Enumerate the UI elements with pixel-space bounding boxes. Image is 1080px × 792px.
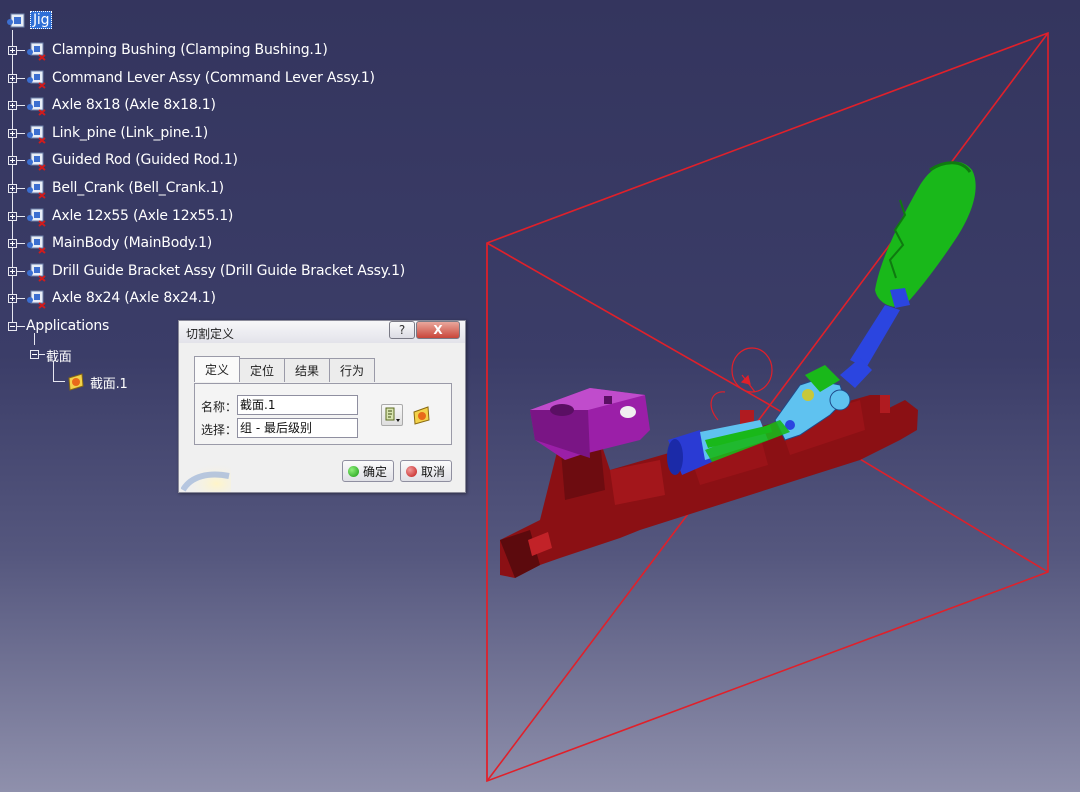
close-button[interactable]: X <box>416 321 460 339</box>
dialog-title: 切割定义 <box>186 327 235 341</box>
command-lever-part[interactable] <box>875 161 976 308</box>
expand-icon[interactable] <box>8 74 17 83</box>
ok-label: 确定 <box>363 464 388 479</box>
tree-item-label[interactable]: Link_pine (Link_pine.1) <box>52 125 208 141</box>
section-icon <box>68 373 84 391</box>
product-part-icon <box>27 180 46 199</box>
help-button[interactable]: ? <box>389 321 415 339</box>
selection-mode-icon <box>385 407 400 422</box>
drill-guide-bracket-part[interactable] <box>530 388 650 460</box>
collapse-icon[interactable] <box>8 322 17 331</box>
section-group-label[interactable]: 截面 <box>46 346 72 365</box>
product-part-icon <box>27 42 46 61</box>
red-dot-icon <box>406 465 417 477</box>
tree-item-label[interactable]: Clamping Bushing (Clamping Bushing.1) <box>52 42 328 58</box>
tree-item-label[interactable]: Command Lever Assy (Command Lever Assy.1… <box>52 70 375 86</box>
tree-item-label[interactable]: Axle 8x18 (Axle 8x18.1) <box>52 97 216 113</box>
tree-item-label[interactable]: Guided Rod (Guided Rod.1) <box>52 152 238 168</box>
selection-label: 选择： <box>201 423 238 437</box>
product-part-icon <box>27 235 46 254</box>
edit-position-button[interactable] <box>411 404 433 426</box>
root-label[interactable]: Jig <box>30 11 53 29</box>
tree-item-label[interactable]: Drill Guide Bracket Assy (Drill Guide Br… <box>52 263 405 279</box>
tab-result[interactable]: 结果 <box>284 358 331 382</box>
product-part-icon <box>27 208 46 227</box>
tree-item-label[interactable]: MainBody (MainBody.1) <box>52 235 212 251</box>
product-part-icon <box>27 152 46 171</box>
expand-icon[interactable] <box>8 46 17 55</box>
collapse-icon[interactable] <box>30 350 39 359</box>
selection-field[interactable]: 组 - 最后级别 <box>237 418 358 438</box>
product-part-icon <box>27 263 46 282</box>
expand-icon[interactable] <box>8 184 17 193</box>
rotation-manipulator[interactable] <box>710 347 773 421</box>
expand-icon[interactable] <box>8 212 17 221</box>
product-icon <box>7 13 25 28</box>
dialog-decoration-icon <box>181 462 231 492</box>
section-edit-icon <box>413 406 430 425</box>
tab-behavior[interactable]: 行为 <box>329 358 376 382</box>
product-part-icon <box>27 70 46 89</box>
dialog-titlebar[interactable]: 切割定义 ? X <box>179 321 465 343</box>
expand-icon[interactable] <box>8 239 17 248</box>
cancel-label: 取消 <box>421 464 446 479</box>
tree-item-label[interactable]: Axle 12x55 (Axle 12x55.1) <box>52 208 233 224</box>
expand-icon[interactable] <box>8 294 17 303</box>
section-item-label[interactable]: 截面.1 <box>90 373 128 392</box>
applications-label[interactable]: Applications <box>26 318 109 334</box>
dialog-tabs: 定义 定位 结果 行为 <box>194 356 376 384</box>
ok-button[interactable]: 确定 <box>342 460 394 482</box>
tree-item-label[interactable]: Bell_Crank (Bell_Crank.1) <box>52 180 224 196</box>
green-dot-icon <box>348 465 359 477</box>
cancel-button[interactable]: 取消 <box>400 460 452 482</box>
definition-panel: 名称： 截面.1 选择： 组 - 最后级别 <box>194 383 452 445</box>
product-part-icon <box>27 125 46 144</box>
tab-positioning[interactable]: 定位 <box>239 358 286 382</box>
link-pine-part[interactable] <box>840 305 900 388</box>
expand-icon[interactable] <box>8 156 17 165</box>
expand-icon[interactable] <box>8 129 17 138</box>
expand-icon[interactable] <box>8 101 17 110</box>
name-label: 名称： <box>201 400 238 414</box>
tab-definition[interactable]: 定义 <box>194 356 241 382</box>
product-part-icon <box>27 97 46 116</box>
name-field[interactable]: 截面.1 <box>237 395 358 415</box>
section-definition-dialog[interactable]: 切割定义 ? X 定义 定位 结果 行为 名称： 截面.1 选择： 组 - 最后… <box>178 320 466 493</box>
selection-mode-button[interactable] <box>381 404 403 426</box>
product-part-icon <box>27 290 46 309</box>
expand-icon[interactable] <box>8 267 17 276</box>
tree-item-label[interactable]: Axle 8x24 (Axle 8x24.1) <box>52 290 216 306</box>
